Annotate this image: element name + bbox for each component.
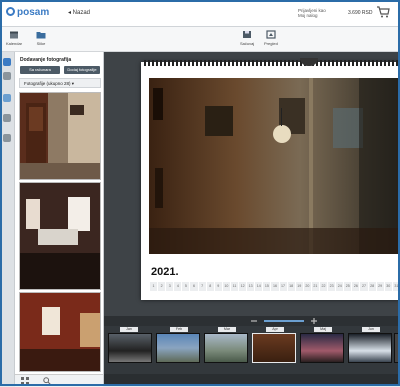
save-icon xyxy=(243,31,252,38)
calendar-day-cell: 13 xyxy=(247,282,255,291)
app-logo[interactable]: posam xyxy=(6,7,49,18)
photo-hallway-image xyxy=(20,103,100,179)
calendar-day-cell: 3 xyxy=(166,282,174,291)
toolbar xyxy=(0,27,400,52)
zoom-icon[interactable] xyxy=(43,377,51,385)
calendar-day-cell: 21 xyxy=(311,282,319,291)
photo-thumbnail[interactable] xyxy=(19,292,101,372)
preview-icon xyxy=(266,30,276,39)
calendar-day-cell: 28 xyxy=(368,282,376,291)
calendar-icon xyxy=(10,31,18,39)
calendar-main-photo[interactable] xyxy=(149,78,400,254)
calendar-day-cell: 8 xyxy=(206,282,214,291)
calendar-day-cell: 30 xyxy=(384,282,392,291)
toolbar-preview-label: Pregled xyxy=(264,41,278,46)
status-bar xyxy=(104,374,400,386)
calendar-day-cell: 5 xyxy=(182,282,190,291)
zoom-slider[interactable] xyxy=(264,320,304,322)
zoom-in-icon[interactable] xyxy=(310,317,318,325)
account-line-2: Moj nalog xyxy=(298,13,318,18)
page-thumbnail[interactable] xyxy=(300,333,344,363)
calendar-day-cell: 22 xyxy=(319,282,328,291)
calendar-day-cell: 20 xyxy=(303,282,311,291)
calendar-day-cell: 16 xyxy=(271,282,279,291)
page-label: Feb xyxy=(170,327,188,332)
calendar-day-cell: 31 xyxy=(392,282,400,291)
calendar-day-cell: 2 xyxy=(158,282,166,291)
logo-text: posam xyxy=(17,7,50,18)
side-tab-layout-icon[interactable] xyxy=(3,94,11,102)
page-thumbnail-selected[interactable] xyxy=(252,333,296,363)
calendar-day-cell: 23 xyxy=(328,282,336,291)
calendar-day-cell: 15 xyxy=(263,282,271,291)
calendar-day-cell: 25 xyxy=(344,282,352,291)
calendar-day-cell: 14 xyxy=(255,282,263,291)
toolbar-save-label: Sačuvaj xyxy=(240,41,255,46)
account-menu[interactable]: Prijavljeni kao Moj nalog xyxy=(298,8,326,18)
side-tab-photos-icon[interactable] xyxy=(3,58,11,66)
toolbar-calendar-button[interactable]: Kalendar xyxy=(6,30,22,46)
calendar-spiral-binding xyxy=(144,60,400,66)
folder-icon xyxy=(36,32,46,39)
side-tab-strip xyxy=(0,52,15,386)
calendar-day-cell: 11 xyxy=(230,282,239,291)
photo-thumbnail[interactable] xyxy=(19,92,101,180)
logo-icon xyxy=(6,7,15,16)
calendar-day-cell: 4 xyxy=(174,282,182,291)
side-tab-settings-icon[interactable] xyxy=(3,134,11,142)
photo-red-room-image xyxy=(20,293,100,371)
photo-bedroom-image xyxy=(20,183,100,289)
toolbar-photos-label: Slike xyxy=(36,41,46,46)
calendar-year: 2021. xyxy=(151,266,179,278)
upload-from-computer-button[interactable]: Sa računara xyxy=(20,66,60,74)
photo-thumbnail[interactable] xyxy=(19,182,101,290)
page-thumbnail[interactable] xyxy=(348,333,392,363)
page-label: Mar xyxy=(218,327,236,332)
calendar-day-cell: 12 xyxy=(239,282,247,291)
page-label: Jun xyxy=(362,327,380,332)
cart-price: 3.690 RSD xyxy=(348,10,373,16)
zoom-out-icon[interactable] xyxy=(250,317,258,325)
folder-select[interactable]: Fotografije (ukupno 28) ▾ xyxy=(19,78,101,88)
calendar-day-cell: 9 xyxy=(214,282,222,291)
toolbar-calendar-label: Kalendar xyxy=(6,41,23,46)
cart-icon[interactable] xyxy=(376,6,390,18)
page-label: Apr xyxy=(266,327,284,332)
calendar-day-cell: 1 xyxy=(150,282,158,291)
calendar-day-cell: 19 xyxy=(295,282,303,291)
page-label: Maj xyxy=(314,327,332,332)
zoom-bar xyxy=(104,316,400,326)
page-thumbnail[interactable] xyxy=(108,333,152,363)
panel-title: Dodavanje fotografija xyxy=(20,57,72,63)
calendar-day-row: 1 2 3 4 5 6 7 8 9 10 11 12 13 14 15 16 17 18 19 20 21 22 23 24 2… xyxy=(150,282,400,291)
calendar-day-cell: 17 xyxy=(279,282,287,291)
back-link[interactable]: ◂ Nazad xyxy=(68,9,90,16)
calendar-day-cell: 18 xyxy=(287,282,295,291)
calendar-day-cell: 27 xyxy=(360,282,368,291)
grid-view-icon[interactable] xyxy=(21,377,29,385)
calendar-day-cell: 26 xyxy=(352,282,360,291)
toolbar-photos-button[interactable]: Slike xyxy=(36,30,46,46)
calendar-day-cell: 29 xyxy=(376,282,384,291)
panel-footer xyxy=(15,374,103,387)
calendar-day-cell: 6 xyxy=(190,282,198,291)
toolbar-save-button[interactable]: Sačuvaj xyxy=(240,30,254,46)
page-thumbnail[interactable] xyxy=(204,333,248,363)
side-tab-background-icon[interactable] xyxy=(3,114,11,122)
courtyard-image xyxy=(149,78,400,254)
side-tab-text-icon[interactable] xyxy=(3,72,11,80)
calendar-day-cell: 10 xyxy=(222,282,230,291)
add-photos-button[interactable]: Dodaj fotografije xyxy=(64,66,100,74)
page-thumbnail[interactable] xyxy=(394,333,400,363)
top-bar xyxy=(0,0,400,27)
page-thumbnail[interactable] xyxy=(156,333,200,363)
calendar-day-cell: 24 xyxy=(336,282,344,291)
page-label: Jan xyxy=(120,327,138,332)
toolbar-preview-button[interactable]: Pregled xyxy=(264,30,278,46)
calendar-day-cell: 7 xyxy=(198,282,206,291)
